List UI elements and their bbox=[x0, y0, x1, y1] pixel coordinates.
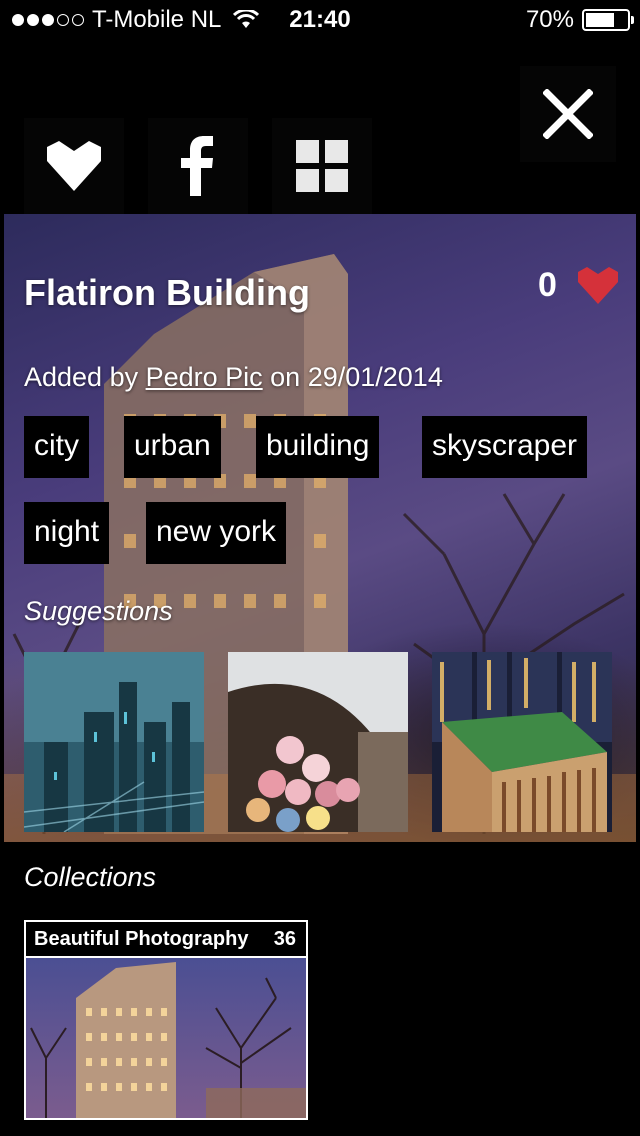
grid-view-button[interactable] bbox=[272, 118, 372, 214]
date-prefix: on bbox=[262, 362, 308, 392]
tag-night[interactable]: night bbox=[24, 502, 110, 564]
battery-percent: 70% bbox=[525, 6, 574, 33]
battery-icon bbox=[582, 9, 634, 31]
facebook-share-button[interactable] bbox=[148, 118, 248, 214]
foggy-city-image bbox=[24, 652, 204, 832]
close-icon bbox=[543, 89, 593, 139]
collection-cover-image bbox=[26, 958, 306, 1118]
collection-card[interactable]: Beautiful Photography 36 bbox=[24, 920, 308, 1120]
tag-new-york[interactable]: new york bbox=[146, 502, 287, 564]
collection-header: Beautiful Photography 36 bbox=[26, 922, 306, 958]
suggestion-thumbnail[interactable] bbox=[432, 652, 612, 832]
added-by-prefix: Added by bbox=[24, 362, 146, 392]
like-button[interactable] bbox=[24, 118, 124, 214]
facebook-icon bbox=[181, 136, 213, 196]
author-link[interactable]: Pedro Pic bbox=[146, 362, 263, 392]
photo-title: Flatiron Building bbox=[24, 272, 310, 313]
collections-heading: Collections bbox=[24, 862, 157, 892]
tag-skyscraper[interactable]: skyscraper bbox=[422, 416, 588, 478]
like-count: 0 bbox=[538, 266, 557, 304]
tag-building[interactable]: building bbox=[256, 416, 380, 478]
tag-city[interactable]: city bbox=[24, 416, 89, 478]
heart-icon[interactable] bbox=[576, 266, 620, 306]
heart-icon bbox=[47, 141, 101, 191]
added-date: 29/01/2014 bbox=[307, 362, 443, 392]
status-right: 70% bbox=[525, 6, 634, 34]
status-bar: T-Mobile NL 21:40 70% bbox=[0, 0, 640, 40]
close-button[interactable] bbox=[520, 66, 616, 162]
collection-count: 36 bbox=[273, 928, 296, 950]
suggestion-thumbnail[interactable] bbox=[228, 652, 408, 832]
suggestion-thumbnail[interactable] bbox=[24, 652, 204, 832]
collection-name: Beautiful Photography bbox=[34, 928, 249, 950]
tag-urban[interactable]: urban bbox=[124, 416, 221, 478]
balloons-carousel-image bbox=[228, 652, 408, 832]
battery-fill bbox=[586, 13, 614, 27]
suggestions-heading: Suggestions bbox=[24, 596, 173, 626]
added-by-line: Added by Pedro Pic on 29/01/2014 bbox=[24, 362, 443, 393]
rooftop-garden-image bbox=[432, 652, 612, 832]
photo-detail: Flatiron Building 0 Added by Pedro Pic o… bbox=[4, 214, 636, 842]
grid-icon bbox=[296, 140, 348, 192]
